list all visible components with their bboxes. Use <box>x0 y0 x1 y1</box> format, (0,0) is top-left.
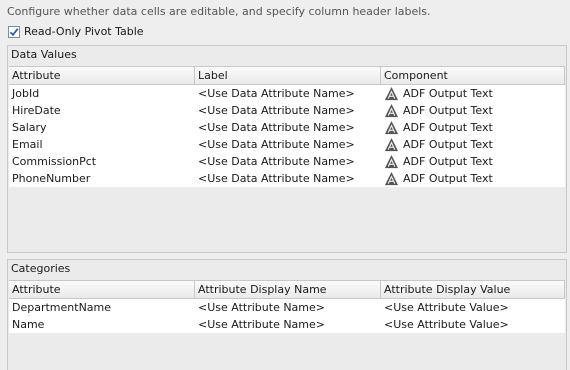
attribute-cell-text: HireDate <box>12 104 61 117</box>
checkmark-icon <box>9 27 19 36</box>
component-cell[interactable]: ADF Output Text <box>381 170 565 187</box>
attribute-cell[interactable]: DepartmentName <box>9 299 195 316</box>
component-cell-text: ADF Output Text <box>403 87 493 100</box>
attribute-cell[interactable]: PhoneNumber <box>9 170 195 187</box>
display-value-cell-text: <Use Attribute Value> <box>384 301 509 314</box>
component-cell-text: ADF Output Text <box>403 121 493 134</box>
categories-row[interactable]: DepartmentName <Use Attribute Name> <Use A… <box>9 299 565 316</box>
categories-panel: Categories Attribute Attribute Display N… <box>7 259 567 370</box>
data-values-row[interactable]: CommissionPct <Use Data Attribute Name> AD… <box>9 153 565 170</box>
attribute-cell-text: JobId <box>12 87 40 100</box>
attribute-cell-text: PhoneNumber <box>12 172 91 185</box>
display-name-cell-text: <Use Attribute Name> <box>198 301 325 314</box>
attribute-cell-text: DepartmentName <box>12 301 112 314</box>
label-cell[interactable]: <Use Data Attribute Name> <box>195 85 381 102</box>
component-cell-text: ADF Output Text <box>403 155 493 168</box>
label-cell[interactable]: <Use Data Attribute Name> <box>195 153 381 170</box>
attribute-cell-text: CommissionPct <box>12 155 97 168</box>
label-cell-text: <Use Data Attribute Name> <box>198 87 355 100</box>
data-values-row[interactable]: Salary <Use Data Attribute Name> ADF Outpu… <box>9 119 565 136</box>
categories-title: Categories <box>11 262 71 275</box>
attribute-cell-text: Salary <box>12 121 47 134</box>
data-values-row[interactable]: PhoneNumber <Use Data Attribute Name> ADF … <box>9 170 565 187</box>
adf-component-icon <box>384 103 399 118</box>
data-values-row[interactable]: JobId <Use Data Attribute Name> ADF Output… <box>9 85 565 102</box>
data-values-title: Data Values <box>11 48 77 61</box>
data-values-row[interactable]: HireDate <Use Data Attribute Name> ADF Out… <box>9 102 565 119</box>
component-cell-text: ADF Output Text <box>403 138 493 151</box>
component-cell[interactable]: ADF Output Text <box>381 85 565 102</box>
label-cell[interactable]: <Use Data Attribute Name> <box>195 136 381 153</box>
readonly-pivot-checkbox-row[interactable]: Read-Only Pivot Table <box>8 25 144 38</box>
attribute-cell[interactable]: Name <box>9 316 195 333</box>
component-cell-text: ADF Output Text <box>403 172 493 185</box>
label-cell[interactable]: <Use Data Attribute Name> <box>195 119 381 136</box>
data-values-row[interactable]: Email <Use Data Attribute Name> ADF Output… <box>9 136 565 153</box>
column-header-display-name[interactable]: Attribute Display Name <box>195 281 381 298</box>
component-cell-text: ADF Output Text <box>403 104 493 117</box>
column-header-component[interactable]: Component <box>381 67 565 84</box>
label-cell-text: <Use Data Attribute Name> <box>198 172 355 185</box>
categories-table: Attribute Attribute Display Name Attribu… <box>9 280 565 333</box>
component-cell[interactable]: ADF Output Text <box>381 136 565 153</box>
adf-component-icon <box>384 86 399 101</box>
display-value-cell-text: <Use Attribute Value> <box>384 318 509 331</box>
description-text: Configure whether data cells are editabl… <box>7 5 431 18</box>
component-cell[interactable]: ADF Output Text <box>381 153 565 170</box>
display-value-cell[interactable]: <Use Attribute Value> <box>381 299 565 316</box>
data-values-panel: Data Values Attribute Label Component Jo… <box>7 45 567 253</box>
component-cell[interactable]: ADF Output Text <box>381 119 565 136</box>
attribute-cell-text: Name <box>12 318 45 331</box>
attribute-cell[interactable]: HireDate <box>9 102 195 119</box>
categories-row[interactable]: Name <Use Attribute Name> <Use Attribute V… <box>9 316 565 333</box>
adf-component-icon <box>384 154 399 169</box>
attribute-cell[interactable]: Salary <box>9 119 195 136</box>
component-cell[interactable]: ADF Output Text <box>381 102 565 119</box>
column-header-label[interactable]: Label <box>195 67 381 84</box>
display-value-cell[interactable]: <Use Attribute Value> <box>381 316 565 333</box>
display-name-cell-text: <Use Attribute Name> <box>198 318 325 331</box>
display-name-cell[interactable]: <Use Attribute Name> <box>195 316 381 333</box>
readonly-pivot-checkbox[interactable] <box>8 25 20 38</box>
attribute-cell[interactable]: JobId <box>9 85 195 102</box>
data-values-table: Attribute Label Component JobId <Use Data… <box>9 66 565 187</box>
label-cell-text: <Use Data Attribute Name> <box>198 121 355 134</box>
adf-component-icon <box>384 137 399 152</box>
label-cell-text: <Use Data Attribute Name> <box>198 138 355 151</box>
column-header-attribute[interactable]: Attribute <box>9 67 195 84</box>
column-header-display-value[interactable]: Attribute Display Value <box>381 281 565 298</box>
attribute-cell[interactable]: CommissionPct <box>9 153 195 170</box>
data-values-header-row: Attribute Label Component <box>9 67 565 85</box>
column-header-attribute[interactable]: Attribute <box>9 281 195 298</box>
attribute-cell-text: Email <box>12 138 43 151</box>
label-cell-text: <Use Data Attribute Name> <box>198 104 355 117</box>
label-cell-text: <Use Data Attribute Name> <box>198 155 355 168</box>
label-cell[interactable]: <Use Data Attribute Name> <box>195 102 381 119</box>
adf-component-icon <box>384 120 399 135</box>
adf-component-icon <box>384 171 399 186</box>
readonly-pivot-label: Read-Only Pivot Table <box>24 25 144 38</box>
label-cell[interactable]: <Use Data Attribute Name> <box>195 170 381 187</box>
categories-header-row: Attribute Attribute Display Name Attribu… <box>9 281 565 299</box>
display-name-cell[interactable]: <Use Attribute Name> <box>195 299 381 316</box>
attribute-cell[interactable]: Email <box>9 136 195 153</box>
